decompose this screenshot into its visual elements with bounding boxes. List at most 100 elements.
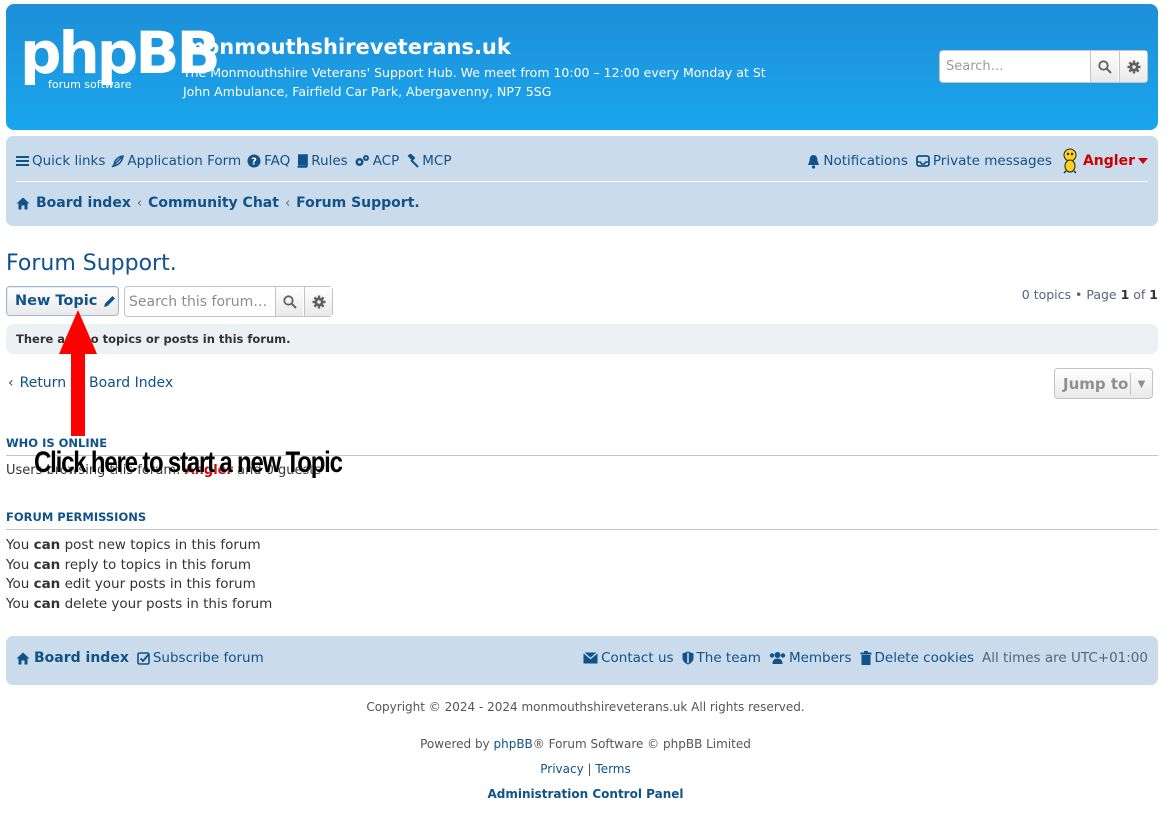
footer-contact[interactable]: Contact us: [583, 650, 674, 666]
annotation-label: Click here to start a new Topic: [34, 446, 343, 479]
breadcrumb-board-index[interactable]: Board index: [36, 195, 131, 211]
header-search-input[interactable]: [940, 51, 1090, 82]
trash-icon: [860, 651, 872, 665]
nav-rules[interactable]: Rules: [296, 153, 348, 169]
copyright-text: Copyright © 2024 - 2024 monmouthshirevet…: [366, 700, 805, 714]
subscribe-label: Subscribe forum: [152, 650, 264, 666]
shield-icon: [682, 651, 694, 665]
acp-link[interactable]: Administration Control Panel: [487, 787, 683, 801]
annotation-arrow-icon: [59, 310, 97, 436]
terms-link[interactable]: Terms: [595, 762, 630, 776]
perm-can: can: [33, 537, 61, 553]
cogs-icon: [355, 155, 369, 166]
perm-can: can: [33, 576, 61, 592]
site-title[interactable]: monmouthshireveterans.uk: [183, 35, 511, 59]
nav-private-messages[interactable]: Private messages: [916, 153, 1052, 169]
new-topic-label: New Topic: [15, 293, 98, 309]
contact-label: Contact us: [601, 650, 674, 666]
gavel-icon: [407, 154, 419, 168]
page-total: 1: [1149, 287, 1158, 302]
privacy-link[interactable]: Privacy: [540, 762, 583, 776]
powered-pre: Powered by: [420, 737, 494, 751]
pagination-prefix: 0 topics • Page: [1021, 287, 1121, 302]
application-form-label: Application Form: [127, 153, 242, 169]
quick-links-label: Quick links: [32, 153, 106, 169]
user-menu[interactable]: Angler: [1060, 148, 1148, 174]
nav-notifications[interactable]: Notifications: [807, 153, 908, 169]
acp-link-row: Administration Control Panel: [0, 787, 1171, 801]
check-square-icon: [137, 651, 150, 665]
faq-label: FAQ: [264, 153, 291, 169]
logo-sub-text: forum software: [48, 78, 132, 91]
footer-board-index[interactable]: Board index: [34, 650, 129, 666]
nav-divider: [16, 181, 1148, 182]
page-title[interactable]: Forum Support.: [6, 251, 177, 276]
breadcrumb-community-chat[interactable]: Community Chat: [148, 195, 279, 211]
nav-application-form[interactable]: Application Form: [111, 153, 241, 169]
delete-cookies-label: Delete cookies: [874, 650, 975, 666]
footer-legal-links: Privacy | Terms: [0, 762, 1171, 776]
gear-icon: [312, 295, 325, 308]
footer-team[interactable]: The team: [682, 650, 761, 666]
forum-search-input[interactable]: [125, 287, 275, 316]
empty-forum-panel: There are no topics or posts in this for…: [6, 324, 1158, 354]
nav-user-links: Notifications Private messages Angler: [807, 148, 1148, 174]
footer-delete-cookies[interactable]: Delete cookies: [860, 650, 975, 666]
permission-line: You can reply to topics in this forum: [6, 557, 251, 573]
jump-to-label: Jump to: [1063, 374, 1129, 393]
site-description: The Monmouthshire Veterans' Support Hub.…: [183, 65, 766, 99]
team-label: The team: [696, 650, 761, 666]
header-search-button[interactable]: [1090, 51, 1118, 82]
chevron-left-icon: ‹: [8, 375, 14, 391]
bars-icon: [16, 156, 29, 166]
users-icon: [769, 652, 786, 664]
search-icon: [282, 294, 297, 309]
perm-pre: You: [6, 596, 34, 612]
nav-quick-links[interactable]: Quick links: [16, 153, 105, 169]
perm-pre: You: [6, 576, 34, 592]
powered-post: ® Forum Software © phpBB Limited: [532, 737, 751, 751]
phpbb-link[interactable]: phpBB: [493, 737, 532, 751]
permission-line: You can delete your posts in this forum: [6, 596, 272, 612]
rules-label: Rules: [311, 153, 348, 169]
perm-can: can: [33, 557, 61, 573]
pencil-icon: [104, 295, 116, 307]
gear-icon: [1127, 60, 1140, 73]
footer-members[interactable]: Members: [769, 650, 852, 666]
forum-advanced-search-button[interactable]: [304, 287, 332, 316]
header-search-box: [939, 50, 1148, 83]
caret-down-icon: ▼: [1130, 373, 1152, 395]
members-label: Members: [788, 650, 852, 666]
breadcrumb-forum-support[interactable]: Forum Support.: [296, 195, 420, 211]
perm-can: can: [33, 596, 61, 612]
forum-permissions-heading: Forum permissions: [6, 510, 147, 524]
nav-faq[interactable]: ? FAQ: [247, 153, 290, 169]
forum-search-button[interactable]: [275, 287, 303, 316]
legal-divider: |: [587, 762, 592, 776]
breadcrumb: Board index ‹ Community Chat ‹ Forum Sup…: [16, 192, 420, 214]
svg-text:?: ?: [251, 157, 257, 168]
notifications-label: Notifications: [823, 153, 908, 169]
jump-to-dropdown[interactable]: Jump to ▼: [1054, 368, 1153, 399]
envelope-icon: [583, 652, 599, 664]
nav-acp[interactable]: ACP: [354, 153, 400, 169]
acp-label: ACP: [372, 153, 400, 169]
breadcrumb-separator: ‹: [284, 195, 291, 211]
nav-links: Quick links Application Form ? FAQ Rules…: [16, 150, 451, 172]
forum-search-box: [124, 286, 333, 317]
breadcrumb-separator: ‹: [136, 195, 143, 211]
perm-text: reply to topics in this forum: [60, 557, 252, 573]
permission-line: You can edit your posts in this forum: [6, 576, 256, 592]
avatar: [1063, 148, 1077, 174]
home-icon: [16, 197, 30, 209]
phpbb-logo[interactable]: phpBB forum software: [20, 20, 221, 100]
header-advanced-search-button[interactable]: [1119, 51, 1147, 82]
footer-right: Contact us The team Members Delete cooki…: [583, 650, 1148, 666]
nav-mcp[interactable]: MCP: [405, 153, 451, 169]
permission-line: You can post new topics in this forum: [6, 537, 261, 553]
page-footer: Board index Subscribe forum Contact us T…: [6, 636, 1158, 685]
perm-pre: You: [6, 557, 34, 573]
site-header: phpBB forum software monmouthshirevetera…: [6, 4, 1158, 130]
footer-subscribe[interactable]: Subscribe forum: [137, 650, 264, 666]
search-icon: [1097, 59, 1112, 74]
